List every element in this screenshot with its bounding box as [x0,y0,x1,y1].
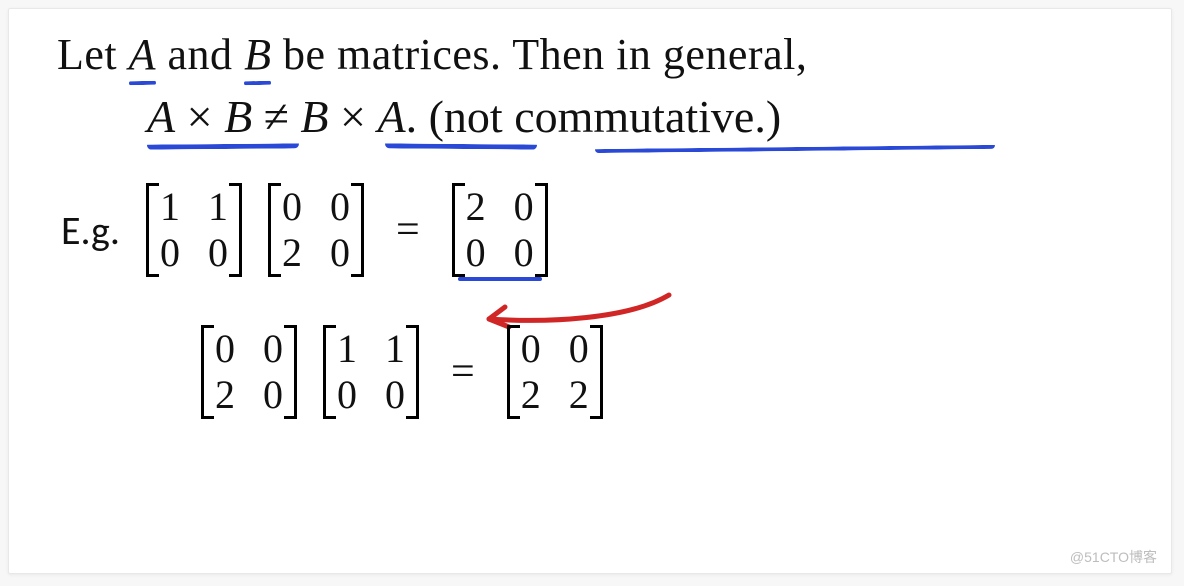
cell: 0 [330,233,350,273]
cell: 0 [521,329,541,369]
cell: 2 [569,375,589,415]
cell: 0 [330,187,350,227]
var-A: A [129,30,156,79]
text: Let [57,30,129,79]
underline-result [458,277,542,281]
statement-line-1: Let A and B be matrices. Then in general… [57,29,1135,80]
times-symbol: × [329,91,378,142]
underline-mark [129,81,156,85]
matrix-B: 0 0 2 0 [268,187,364,273]
cell: 1 [337,329,357,369]
matrix-B: 0 0 2 0 [201,329,297,415]
cell: 0 [215,329,235,369]
bracket-right [284,325,297,419]
cell: 0 [263,329,283,369]
bracket-right [351,183,364,277]
cell: 0 [160,233,180,273]
cell: 0 [466,233,486,273]
matrix-A: 1 1 0 0 [323,329,419,415]
period: . [406,91,429,142]
watermark: @51CTO博客 [1070,547,1157,567]
cell: 2 [282,233,302,273]
times-symbol: × [175,91,224,142]
cell: 1 [385,329,405,369]
cell: 1 [160,187,180,227]
bracket-right [590,325,603,419]
expr-A: A [377,91,405,142]
cell: 0 [282,187,302,227]
bracket-left [323,325,336,419]
cell: 2 [466,187,486,227]
example-row-2: 0 0 2 0 1 1 0 0 = 0 0 2 2 [201,329,1135,415]
cell: 2 [215,375,235,415]
underline-mark [244,81,271,85]
bracket-right [229,183,242,277]
cell: 0 [337,375,357,415]
example-row-1: E.g. 1 1 0 0 0 0 2 0 = 2 [61,187,1135,273]
cell: 0 [263,375,283,415]
neq-symbol: ≠ [252,91,300,142]
slide: Let A and B be matrices. Then in general… [8,8,1172,574]
bracket-right [406,325,419,419]
matrix-result-1: 2 0 0 0 [452,187,548,273]
text: be matrices. Then in general, [271,30,807,79]
equals-sign: = [390,206,426,254]
expr-A: A [147,91,175,142]
matrix-result-2: 0 0 2 2 [507,329,603,415]
cell: 0 [208,233,228,273]
bracket-left [452,183,465,277]
bracket-left [146,183,159,277]
text: and [156,30,244,79]
bracket-left [507,325,520,419]
cell: 0 [514,187,534,227]
underline-not-commutative [595,145,995,153]
bracket-left [201,325,214,419]
var-B: B [244,30,271,79]
cell: 0 [514,233,534,273]
bracket-left [268,183,281,277]
note-not-commutative: (not commutative.) [429,91,782,142]
cell: 0 [569,329,589,369]
cell: 0 [385,375,405,415]
matrix-A: 1 1 0 0 [146,187,242,273]
underline-AB [147,143,299,149]
expr-B: B [300,91,328,142]
cell: 1 [208,187,228,227]
bracket-right [535,183,548,277]
statement-line-2: A × B ≠ B × A. (not commutative.) [147,90,781,143]
expr-B: B [224,91,252,142]
underline-BA [385,143,537,149]
cell: 2 [521,375,541,415]
eg-label: E.g. [61,206,120,255]
swap-arrow-icon [469,289,679,329]
equals-sign: = [445,348,481,396]
